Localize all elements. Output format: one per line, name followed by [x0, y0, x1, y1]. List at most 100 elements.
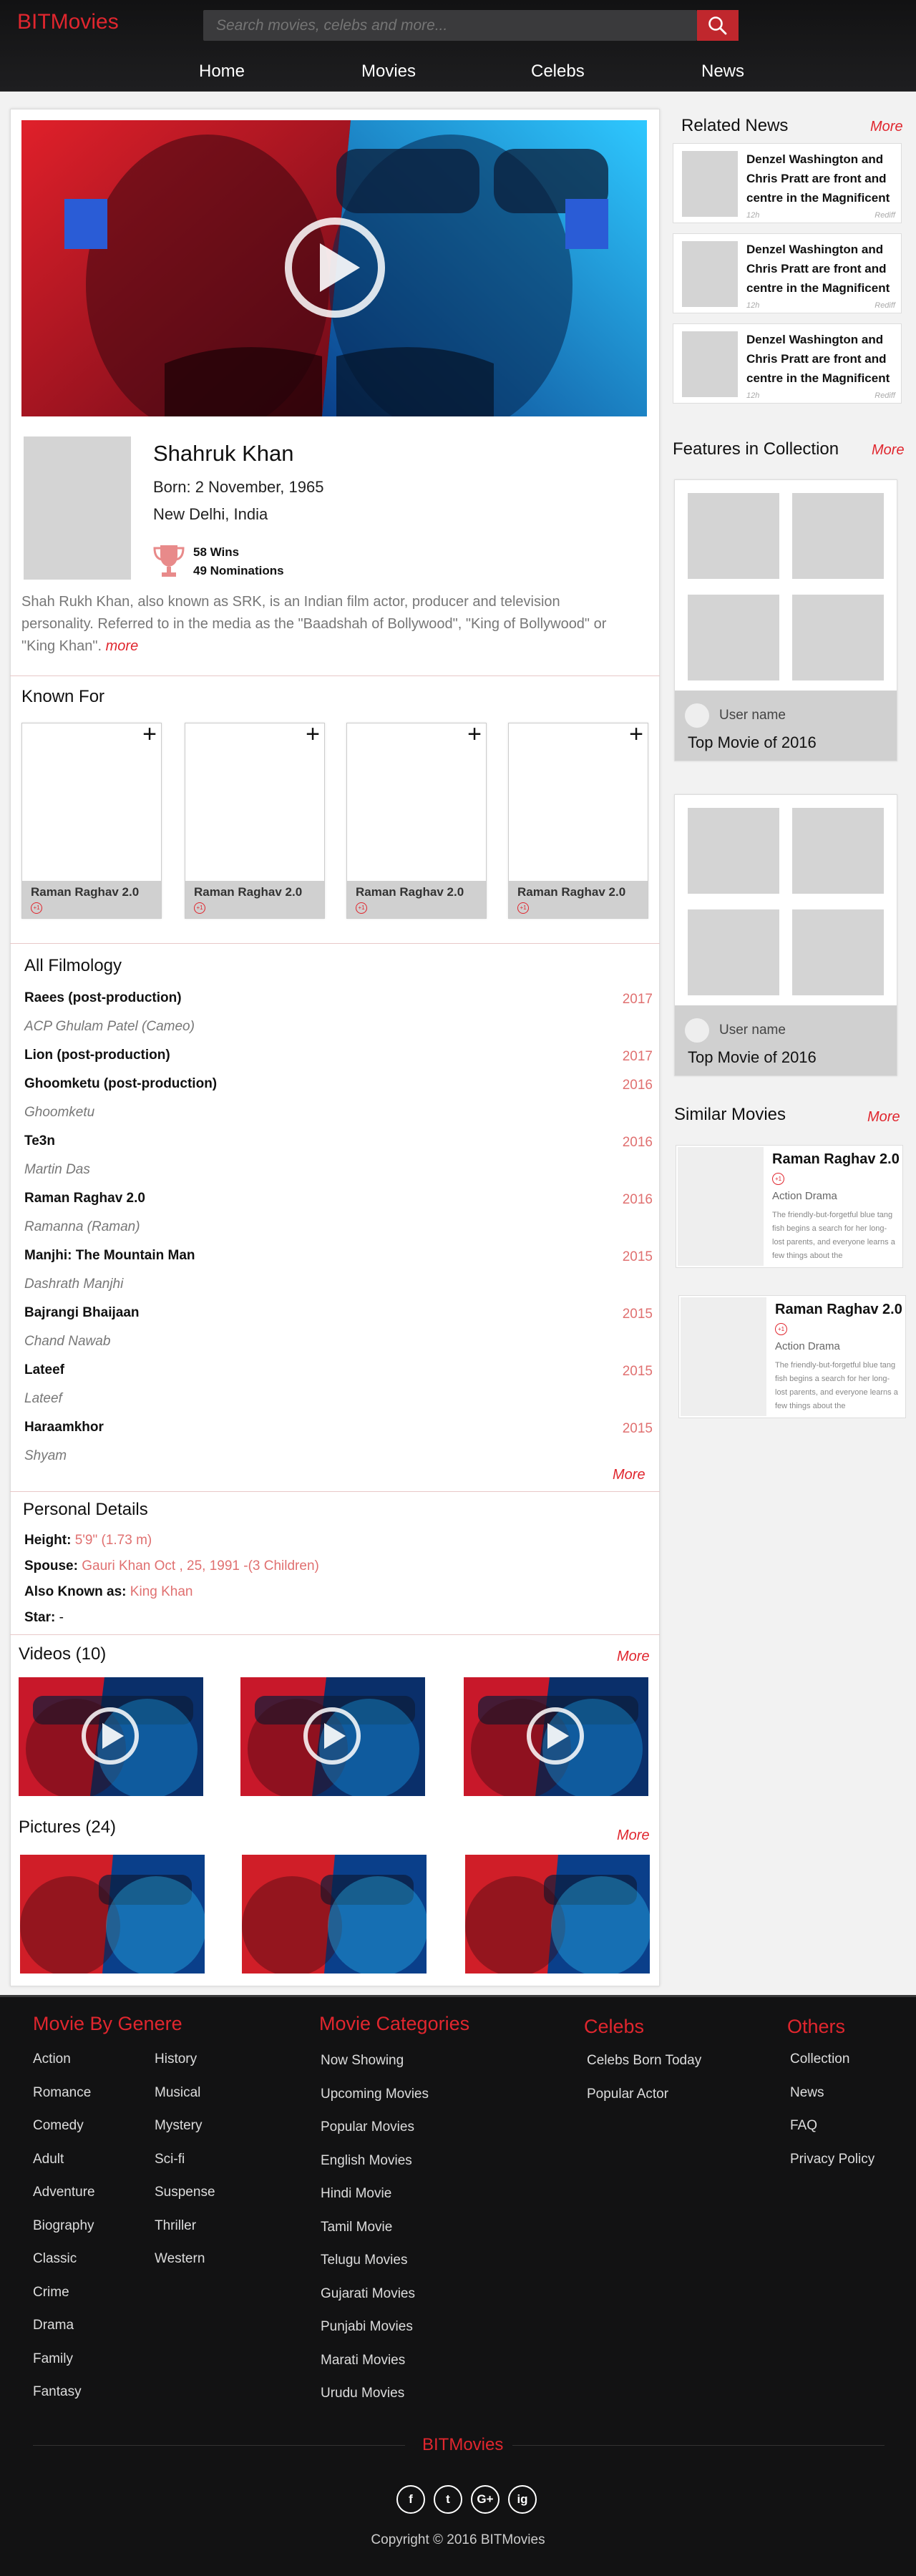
news-headline[interactable]: Denzel Washington and Chris Pratt are fr…: [746, 330, 895, 388]
spouse-value[interactable]: Gauri Khan Oct , 25, 1991 -(3 Children): [82, 1558, 319, 1574]
collection-user[interactable]: User name: [719, 708, 786, 723]
footer-link[interactable]: Family: [33, 2351, 73, 2367]
film-title[interactable]: Raman Raghav 2.0: [24, 1191, 145, 1206]
videos-more-link[interactable]: More: [617, 1649, 650, 1665]
footer-link[interactable]: Adult: [33, 2152, 64, 2167]
play-video-button[interactable]: [303, 1707, 361, 1765]
footer-link[interactable]: Popular Movies: [321, 2119, 414, 2135]
footer-link[interactable]: Tamil Movie: [321, 2220, 392, 2235]
add-plus-icon[interactable]: +: [629, 721, 643, 748]
twitter-icon[interactable]: t: [434, 2485, 462, 2514]
bio-more-link[interactable]: more: [106, 638, 139, 654]
footer-link[interactable]: Biography: [33, 2218, 94, 2234]
collection-title[interactable]: Top Movie of 2016: [688, 1048, 817, 1067]
picture-thumbnail[interactable]: [465, 1855, 650, 1974]
pictures-more-link[interactable]: More: [617, 1828, 650, 1844]
footer-link[interactable]: Celebs Born Today: [587, 2053, 701, 2069]
similar-movie-card[interactable]: Raman Raghav 2.0 +1 Action Drama The fri…: [678, 1295, 906, 1418]
footer-link[interactable]: Adventure: [33, 2185, 95, 2200]
related-news-more-link[interactable]: More: [870, 119, 903, 135]
news-card[interactable]: Denzel Washington and Chris Pratt are fr…: [673, 143, 902, 223]
film-title[interactable]: Lateef: [24, 1362, 64, 1378]
collection-title[interactable]: Top Movie of 2016: [688, 733, 817, 752]
footer-link[interactable]: English Movies: [321, 2153, 412, 2169]
footer-link[interactable]: Mystery: [155, 2118, 203, 2134]
footer-logo[interactable]: BITMovies: [422, 2435, 503, 2455]
height-value: 5'9" (1.73 m): [74, 1533, 152, 1548]
add-plus-icon[interactable]: +: [467, 721, 482, 748]
nav-celebs[interactable]: Celebs: [531, 62, 585, 82]
collection-card[interactable]: User name Top Movie of 2016: [674, 479, 897, 761]
play-video-button[interactable]: [527, 1707, 584, 1765]
news-card[interactable]: Denzel Washington and Chris Pratt are fr…: [673, 233, 902, 313]
footer-link[interactable]: Sci-fi: [155, 2152, 185, 2167]
video-thumbnail[interactable]: [464, 1677, 648, 1796]
footer-link[interactable]: Telugu Movies: [321, 2253, 407, 2268]
site-logo[interactable]: BITMovies: [17, 10, 119, 34]
collection-user[interactable]: User name: [719, 1023, 786, 1038]
footer-link[interactable]: Classic: [33, 2251, 77, 2267]
similar-more-link[interactable]: More: [867, 1109, 900, 1126]
add-plus-icon[interactable]: +: [306, 721, 320, 748]
instagram-icon[interactable]: ig: [508, 2485, 537, 2514]
nav-news[interactable]: News: [701, 62, 744, 82]
film-title[interactable]: Lion (post-production): [24, 1048, 170, 1063]
nav-movies[interactable]: Movies: [361, 62, 416, 82]
footer-link[interactable]: Romance: [33, 2085, 91, 2101]
known-for-card[interactable]: + Raman Raghav 2.0 +1: [21, 721, 162, 919]
footer-link[interactable]: FAQ: [790, 2118, 817, 2134]
picture-thumbnail[interactable]: [20, 1855, 205, 1974]
known-for-card[interactable]: + Raman Raghav 2.0 +1: [185, 721, 325, 919]
footer-link[interactable]: Crime: [33, 2285, 69, 2301]
facebook-icon[interactable]: f: [396, 2485, 425, 2514]
filmology-more-link[interactable]: More: [613, 1467, 645, 1483]
film-title[interactable]: Ghoomketu (post-production): [24, 1076, 217, 1092]
search-button[interactable]: [697, 10, 739, 41]
search-input[interactable]: [203, 10, 697, 41]
celeb-poster[interactable]: [21, 120, 647, 416]
film-title[interactable]: Te3n: [24, 1133, 55, 1149]
footer-link[interactable]: Privacy Policy: [790, 2152, 874, 2167]
film-title[interactable]: Bajrangi Bhaijaan: [24, 1305, 140, 1321]
nav-home[interactable]: Home: [199, 62, 245, 82]
known-for-card[interactable]: + Raman Raghav 2.0 +1: [346, 721, 487, 919]
movie-title[interactable]: Raman Raghav 2.0: [772, 1151, 900, 1168]
footer-link[interactable]: Marati Movies: [321, 2353, 405, 2368]
known-for-card[interactable]: + Raman Raghav 2.0 +1: [508, 721, 648, 919]
footer-link[interactable]: Drama: [33, 2318, 74, 2333]
movie-title[interactable]: Raman Raghav 2.0: [775, 1302, 902, 1318]
film-title[interactable]: Haraamkhor: [24, 1420, 104, 1435]
footer-link[interactable]: Popular Actor: [587, 2087, 668, 2102]
picture-thumbnail[interactable]: [242, 1855, 427, 1974]
add-plus-icon[interactable]: +: [142, 721, 157, 748]
footer-link[interactable]: Hindi Movie: [321, 2186, 391, 2202]
film-title[interactable]: Manjhi: The Mountain Man: [24, 1248, 195, 1264]
play-video-button[interactable]: [285, 218, 385, 318]
video-thumbnail[interactable]: [240, 1677, 425, 1796]
footer-link[interactable]: News: [790, 2085, 824, 2101]
news-headline[interactable]: Denzel Washington and Chris Pratt are fr…: [746, 150, 895, 208]
video-thumbnail[interactable]: [19, 1677, 203, 1796]
news-card[interactable]: Denzel Washington and Chris Pratt are fr…: [673, 323, 902, 404]
footer-link[interactable]: Punjabi Movies: [321, 2319, 413, 2335]
play-video-button[interactable]: [82, 1707, 139, 1765]
footer-link[interactable]: Thriller: [155, 2218, 196, 2234]
footer-link[interactable]: Gujarati Movies: [321, 2286, 415, 2302]
film-title[interactable]: Raees (post-production): [24, 990, 182, 1006]
footer-link[interactable]: Western: [155, 2251, 205, 2267]
footer-link[interactable]: Collection: [790, 2051, 849, 2067]
footer-link[interactable]: Now Showing: [321, 2053, 404, 2069]
footer-link[interactable]: Action: [33, 2051, 71, 2067]
footer-link[interactable]: Musical: [155, 2085, 200, 2101]
footer-link[interactable]: Upcoming Movies: [321, 2087, 429, 2102]
footer-link[interactable]: History: [155, 2051, 197, 2067]
news-headline[interactable]: Denzel Washington and Chris Pratt are fr…: [746, 240, 895, 298]
footer-link[interactable]: Urudu Movies: [321, 2386, 404, 2401]
collection-card[interactable]: User name Top Movie of 2016: [674, 794, 897, 1076]
footer-link[interactable]: Comedy: [33, 2118, 84, 2134]
footer-link[interactable]: Suspense: [155, 2185, 215, 2200]
footer-link[interactable]: Fantasy: [33, 2384, 82, 2400]
features-more-link[interactable]: More: [872, 442, 905, 459]
google-plus-icon[interactable]: G+: [471, 2485, 500, 2514]
similar-movie-card[interactable]: Raman Raghav 2.0 +1 Action Drama The fri…: [676, 1145, 903, 1268]
